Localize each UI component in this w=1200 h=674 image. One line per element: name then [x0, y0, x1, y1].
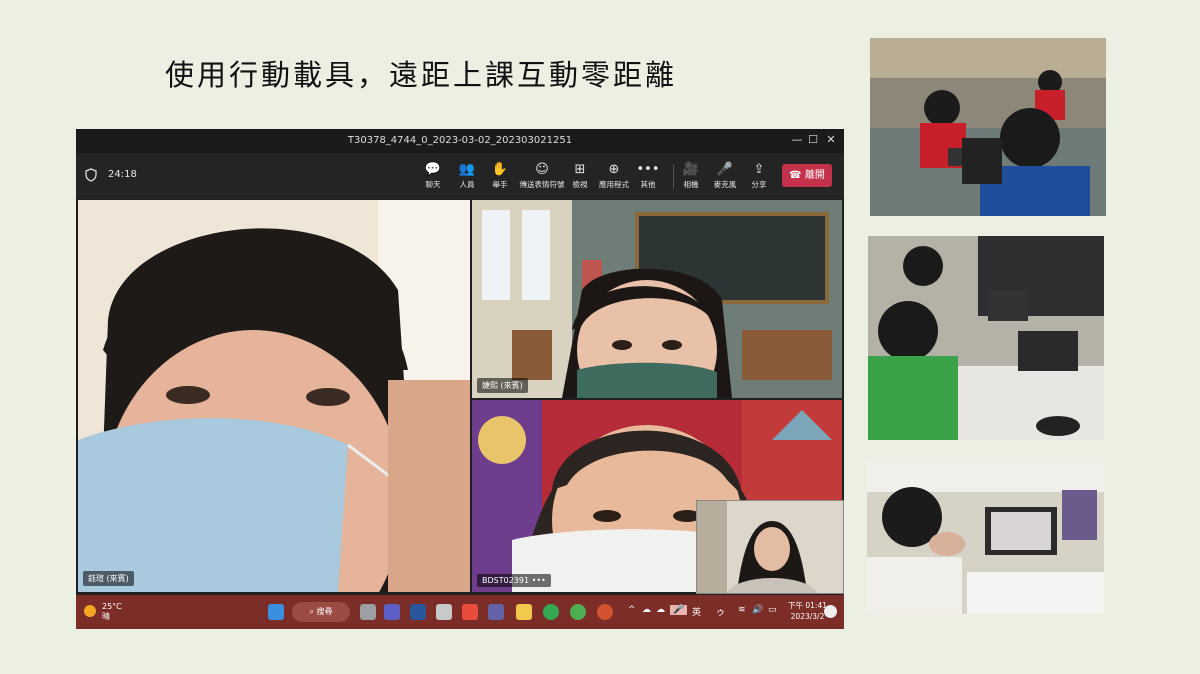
slide-title: 使用行動載具，遠距上課互動零距離: [165, 58, 678, 92]
search-label: 搜尋: [316, 607, 333, 616]
search-icon: ⌕: [309, 607, 314, 616]
powerpoint-icon[interactable]: [597, 604, 613, 620]
self-view-video: [697, 501, 843, 593]
taskbar-search[interactable]: ⌕ 搜尋: [292, 602, 350, 622]
task-view-icon[interactable]: [360, 604, 376, 620]
meeting-window: T30378_4744_0_2023-03-02_202303021251 — …: [76, 129, 844, 629]
teams-icon[interactable]: [488, 604, 504, 620]
meeting-toolbar: 24:18 💬 聊天 👥 人員 ✋ 舉手 ☺ 傳送表情符號 ⊞ 檢視 ⊕ 應用程…: [76, 153, 844, 199]
share-icon: ⇪: [753, 162, 765, 177]
participant-name-main: 鈺瑄 (來賓): [83, 571, 134, 586]
clock-time: 下午 01:41: [788, 601, 827, 610]
classroom-photo-3: [867, 462, 1104, 614]
video-tile-main[interactable]: 鈺瑄 (來賓): [78, 200, 470, 592]
raise-hand-button[interactable]: ✋ 舉手: [479, 161, 521, 193]
word-icon[interactable]: [410, 604, 426, 620]
leave-button[interactable]: ☎ 離開: [782, 164, 832, 187]
raise-hand-icon: ✋: [491, 162, 509, 177]
mic-tray-icon[interactable]: 🎤: [670, 605, 688, 615]
meeting-timer: 24:18: [108, 169, 137, 180]
participant-id: BDST02391: [482, 576, 530, 585]
calculator-icon[interactable]: [436, 604, 452, 620]
weather-condition: 晴: [102, 612, 110, 621]
video-tile-classroom[interactable]: 婕熙 (來賓): [472, 200, 842, 398]
clock-date: 2023/3/2: [790, 612, 825, 621]
window-titlebar: T30378_4744_0_2023-03-02_202303021251 — …: [76, 129, 844, 153]
chrome-icon[interactable]: [543, 604, 559, 620]
raise-hand-label: 舉手: [492, 180, 508, 189]
start-icon[interactable]: [268, 604, 284, 620]
temperature: 25°C: [102, 602, 122, 611]
leave-label: 離開: [804, 170, 825, 181]
weather-icon: [84, 605, 96, 617]
participant-video: [78, 200, 470, 592]
chevron-up-icon[interactable]: ^: [628, 605, 636, 615]
more-button[interactable]: ••• 其他: [627, 161, 669, 193]
more-label: 其他: [640, 180, 656, 189]
onedrive-icon[interactable]: ☁: [642, 605, 651, 615]
phone-hangup-icon: ☎: [789, 170, 802, 181]
minimize-icon[interactable]: —: [790, 133, 804, 147]
participant-name-boy: BDST02391 •••: [477, 574, 551, 587]
close-icon[interactable]: ✕: [824, 133, 838, 147]
meet-icon[interactable]: [384, 604, 400, 620]
self-view-tile[interactable]: [696, 500, 844, 594]
share-button[interactable]: ⇪ 分享: [738, 161, 780, 193]
app-icon[interactable]: [462, 604, 478, 620]
participant-name-room: 婕熙 (來賓): [477, 378, 528, 393]
battery-icon[interactable]: ▭: [768, 605, 777, 615]
weather-widget[interactable]: 25°C 晴: [102, 602, 122, 622]
classroom-photo-2: [868, 236, 1104, 440]
ime-icon[interactable]: ゥ: [716, 605, 725, 618]
photo-student-tablet: [867, 462, 1104, 614]
shield-icon: [85, 168, 97, 182]
photo-computer-lab: [868, 236, 1104, 440]
classroom-photo-1: [870, 38, 1106, 216]
participant-video: [472, 200, 842, 398]
volume-icon[interactable]: 🔊: [752, 605, 763, 615]
window-title: T30378_4744_0_2023-03-02_202303021251: [347, 135, 573, 146]
taskbar-clock[interactable]: 下午 01:41 2023/3/2: [788, 600, 827, 622]
more-options-icon[interactable]: •••: [532, 576, 546, 585]
wifi-icon[interactable]: ≋: [738, 605, 746, 615]
cloud-icon[interactable]: ☁: [656, 605, 665, 615]
photo-students-tablets: [870, 38, 1106, 216]
more-icon: •••: [636, 162, 660, 177]
windows-taskbar: 25°C 晴 ⌕ 搜尋 ^ ☁ ☁ 🎤 英 ゥ ≋ 🔊 ▭ 下午 01:41 2…: [76, 595, 844, 629]
share-label: 分享: [751, 180, 767, 189]
chrome-profile-icon[interactable]: [570, 604, 586, 620]
file-explorer-icon[interactable]: [516, 604, 532, 620]
maximize-icon[interactable]: ☐: [806, 133, 820, 147]
input-language[interactable]: 英: [692, 605, 701, 618]
notification-icon[interactable]: [824, 605, 837, 618]
